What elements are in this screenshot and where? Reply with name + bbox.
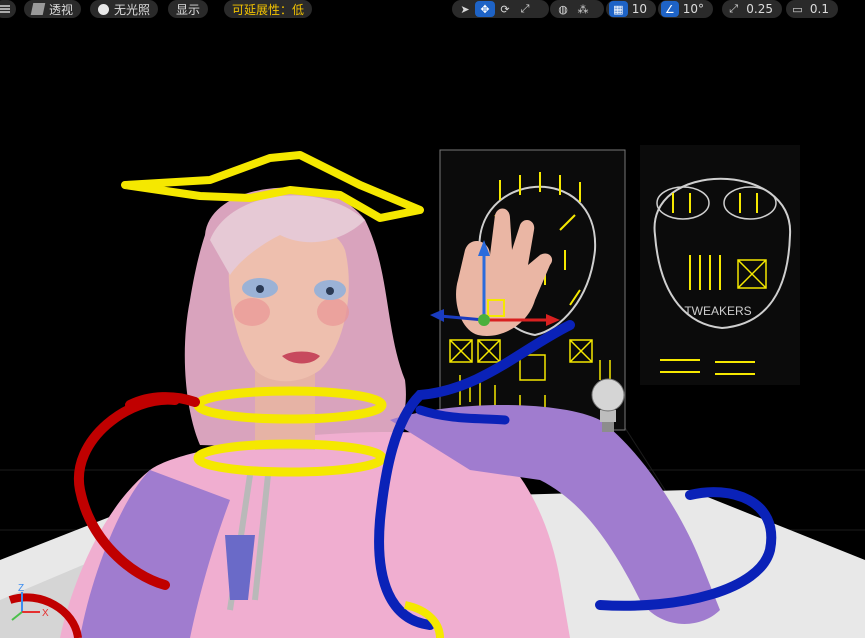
show-button[interactable]: 显示 — [168, 0, 209, 18]
scale-icon: ⤢ — [520, 2, 530, 15]
unlit-sphere-icon — [98, 3, 109, 15]
scene-canvas[interactable]: TWEAKERS Z X — [0, 0, 865, 638]
scale-snap-control: ⤢ 0.25 — [722, 0, 782, 18]
surface-snap-icon: ⁂ — [577, 2, 589, 16]
grid-snap-value[interactable]: 10 — [628, 2, 653, 16]
axis-x-label: X — [42, 608, 49, 619]
show-label: 显示 — [176, 2, 201, 17]
perspective-cube-icon — [30, 3, 46, 15]
lighting-mode-button[interactable]: 无光照 — [90, 0, 159, 18]
scale-snap-value[interactable]: 0.25 — [742, 2, 779, 16]
rotation-snap-control: ∠ 10° — [658, 0, 713, 18]
grid-snap-toggle[interactable]: ▦ — [609, 1, 628, 17]
view-mode-button[interactable]: 透视 — [24, 0, 82, 18]
cheek-right — [317, 298, 349, 326]
viewport-options-button[interactable] — [0, 0, 16, 18]
tweakers-board[interactable]: TWEAKERS — [640, 145, 800, 385]
scalability-button[interactable]: 可延展性：低 — [224, 0, 313, 18]
scale-snap-toggle[interactable]: ⤢ — [725, 1, 742, 17]
world-space-button[interactable]: ◍ — [553, 1, 573, 17]
select-tool-button[interactable]: ➤ — [455, 1, 475, 17]
camera-speed-button[interactable]: ▭ — [789, 1, 806, 17]
rotate-tool-button[interactable]: ⟳ — [495, 1, 515, 17]
grid-icon: ▦ — [613, 2, 624, 16]
camera-speed-value[interactable]: 0.1 — [806, 2, 835, 16]
rotate-icon: ⟳ — [500, 2, 510, 16]
scalability-label: 可延展性：低 — [232, 2, 305, 17]
hamburger-menu-icon — [0, 5, 10, 13]
rotation-snap-value[interactable]: 10° — [679, 2, 710, 16]
cheek-left — [234, 298, 270, 326]
viewport[interactable]: TWEAKERS Z X 透视 无光照 显示 可延展性：低 ➤ ✥ ⟳ ⤢ ◍ … — [0, 0, 865, 638]
cursor-arrow-icon: ➤ — [460, 2, 470, 16]
rotation-snap-toggle[interactable]: ∠ — [661, 1, 679, 17]
tweakers-label: TWEAKERS — [684, 304, 751, 318]
transform-tools: ➤ ✥ ⟳ ⤢ — [452, 0, 549, 18]
view-mode-label: 透视 — [49, 2, 74, 17]
neck — [255, 370, 315, 450]
lighting-mode-label: 无光照 — [114, 2, 151, 17]
axis-z-label: Z — [18, 583, 24, 594]
globe-icon: ◍ — [558, 2, 568, 16]
angle-icon: ∠ — [664, 2, 675, 16]
camera-icon: ▭ — [792, 2, 803, 16]
scale-snap-icon: ⤢ — [729, 2, 739, 15]
viewport-toolbar: 透视 无光照 显示 可延展性：低 ➤ ✥ ⟳ ⤢ ◍ ⁂ ▦ 10 ∠ 10° — [0, 0, 865, 18]
scale-tool-button[interactable]: ⤢ — [515, 1, 535, 17]
camera-speed-control: ▭ 0.1 — [786, 0, 838, 18]
translate-tool-button[interactable]: ✥ — [475, 1, 495, 17]
grid-snap-control: ▦ 10 — [606, 0, 656, 18]
surface-snap-button[interactable]: ⁂ — [573, 1, 593, 17]
move-arrows-icon: ✥ — [480, 2, 490, 16]
coordinate-tools: ◍ ⁂ — [550, 0, 604, 18]
